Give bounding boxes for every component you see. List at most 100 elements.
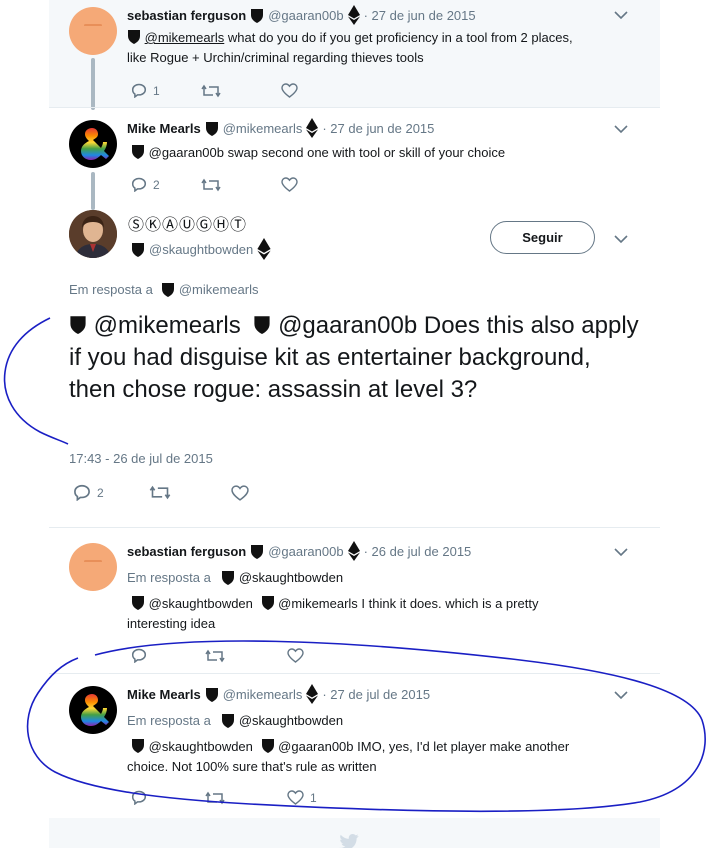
user-handle[interactable]: @skaughtbowden [149, 242, 253, 257]
tweet-timestamp[interactable]: 17:43 - 26 de jul de 2015 [69, 451, 213, 466]
avatar[interactable] [69, 543, 117, 591]
tweet-time[interactable]: · 27 de jun de 2015 [322, 121, 434, 136]
user-name[interactable]: ⓈⓀⒶⓊⒼⒽⓉ [128, 211, 247, 235]
like-button[interactable] [281, 177, 298, 192]
user-handle[interactable]: @mikemearls [223, 687, 303, 702]
shield-icon [251, 544, 264, 559]
reply-to-link[interactable]: @skaughtbowden [239, 713, 343, 728]
reply-to-link[interactable]: @skaughtbowden [239, 570, 343, 585]
reply-button[interactable]: 2 [73, 484, 149, 501]
tweet-text-line: IMO, yes, I'd let player make another [353, 739, 570, 754]
chevron-down-icon[interactable] [614, 547, 628, 557]
shield-icon [205, 121, 218, 136]
tweet-text-line: like Rogue + Urchin/criminal regarding t… [127, 50, 424, 65]
main-tweet-text: @mikemearls @gaaran00b Does this also ap… [69, 310, 639, 406]
like-count: 1 [310, 790, 317, 805]
shield-icon [128, 30, 140, 44]
reply-button[interactable] [131, 648, 205, 663]
mention-link[interactable]: @gaaran00b [278, 739, 353, 754]
dnd-ampersand-icon [81, 694, 109, 726]
shield-icon [70, 316, 86, 334]
shield-icon [132, 739, 144, 753]
tweet-text-line: interesting idea [127, 616, 216, 631]
tweet-actions [131, 648, 304, 663]
chevron-down-icon[interactable] [614, 124, 628, 134]
shield-icon [261, 739, 274, 753]
reply-button[interactable] [131, 790, 205, 805]
retweet-icon [205, 791, 225, 804]
tweet-time[interactable]: · 27 de jun de 2015 [364, 8, 476, 23]
avatar[interactable] [69, 7, 117, 55]
shield-icon [221, 571, 234, 585]
dnd-ampersand-icon [81, 128, 109, 160]
tweet-text: @mikemearls what do you do if you get pr… [127, 28, 627, 68]
thread-line [91, 58, 95, 110]
retweet-icon [201, 84, 221, 97]
user-handle[interactable]: @gaaran00b [268, 8, 343, 23]
mention-link[interactable]: @skaughtbowden [149, 739, 253, 754]
heart-icon [287, 648, 304, 663]
chevron-down-icon[interactable] [614, 690, 628, 700]
shield-icon [251, 8, 264, 23]
retweet-icon [205, 649, 225, 662]
like-button[interactable] [231, 484, 249, 501]
user-name[interactable]: sebastian ferguson [127, 544, 246, 559]
mention-link[interactable]: @gaaran00b [278, 312, 417, 339]
reply-prefix: Em resposta a [127, 713, 211, 728]
tweet-text: @gaaran00b swap second one with tool or … [131, 143, 631, 163]
ethereum-icon [347, 5, 360, 25]
chevron-down-icon[interactable] [614, 234, 628, 244]
ethereum-icon [306, 684, 319, 704]
reply-icon [131, 648, 147, 663]
user-name[interactable]: sebastian ferguson [127, 8, 246, 23]
retweet-button[interactable] [205, 649, 287, 663]
mention-link[interactable]: @mikemearls [94, 312, 241, 339]
reply-icon [131, 790, 147, 805]
like-button[interactable] [287, 648, 304, 663]
follow-button[interactable]: Seguir [490, 221, 595, 254]
like-button[interactable] [281, 83, 298, 98]
retweet-button[interactable] [205, 791, 287, 805]
mention-link[interactable]: @mikemearls [278, 596, 358, 611]
divider [49, 107, 660, 108]
thread-line [91, 172, 95, 210]
shield-icon [132, 242, 144, 257]
retweet-button[interactable] [149, 485, 231, 500]
annotation-bracket [3, 317, 69, 445]
tweet-actions: 1 [131, 790, 317, 805]
twitter-bird-icon [339, 834, 359, 848]
shield-icon [205, 687, 218, 702]
reply-button[interactable]: 1 [131, 83, 201, 98]
reply-icon [131, 177, 147, 192]
user-name[interactable]: Mike Mearls [127, 687, 201, 702]
shield-icon [161, 283, 174, 297]
shield-icon [254, 316, 270, 334]
reply-to-link[interactable]: @mikemearls [179, 282, 259, 297]
tweet-text-line: choice. Not 100% sure that's rule as wri… [127, 759, 377, 774]
user-name[interactable]: Mike Mearls [127, 121, 201, 136]
tweet-text-line: @gaaran00b swap second one with tool or … [148, 145, 506, 160]
reply-context: Em resposta a @skaughtbowden [127, 713, 343, 728]
retweet-button[interactable] [201, 84, 281, 98]
avatar[interactable] [69, 686, 117, 734]
mention-link[interactable]: @skaughtbowden [149, 596, 253, 611]
user-handle[interactable]: @mikemearls [223, 121, 303, 136]
avatar[interactable] [69, 120, 117, 168]
avatar[interactable] [69, 210, 117, 258]
chevron-down-icon[interactable] [614, 10, 628, 20]
tweet-text-line: what do you do if you get proficiency in… [224, 30, 573, 45]
tweet-header: Mike Mearls @mikemearls · 27 de jun de 2… [127, 118, 434, 138]
tweet-time[interactable]: · 26 de jul de 2015 [364, 544, 472, 559]
tweet-text: @skaughtbowden @gaaran00b IMO, yes, I'd … [131, 737, 631, 757]
like-button[interactable]: 1 [287, 790, 317, 805]
reply-prefix: Em resposta a [69, 282, 153, 297]
ethereum-icon [306, 118, 319, 138]
tweet-time[interactable]: · 27 de jul de 2015 [322, 687, 430, 702]
tweet-text: @skaughtbowden @mikemearls I think it do… [131, 594, 631, 614]
reply-button[interactable]: 2 [131, 177, 201, 192]
shield-icon [221, 714, 234, 728]
user-handle[interactable]: @gaaran00b [268, 544, 343, 559]
shield-icon [261, 596, 274, 610]
mention-link[interactable]: @mikemearls [145, 30, 225, 45]
retweet-button[interactable] [201, 178, 281, 192]
